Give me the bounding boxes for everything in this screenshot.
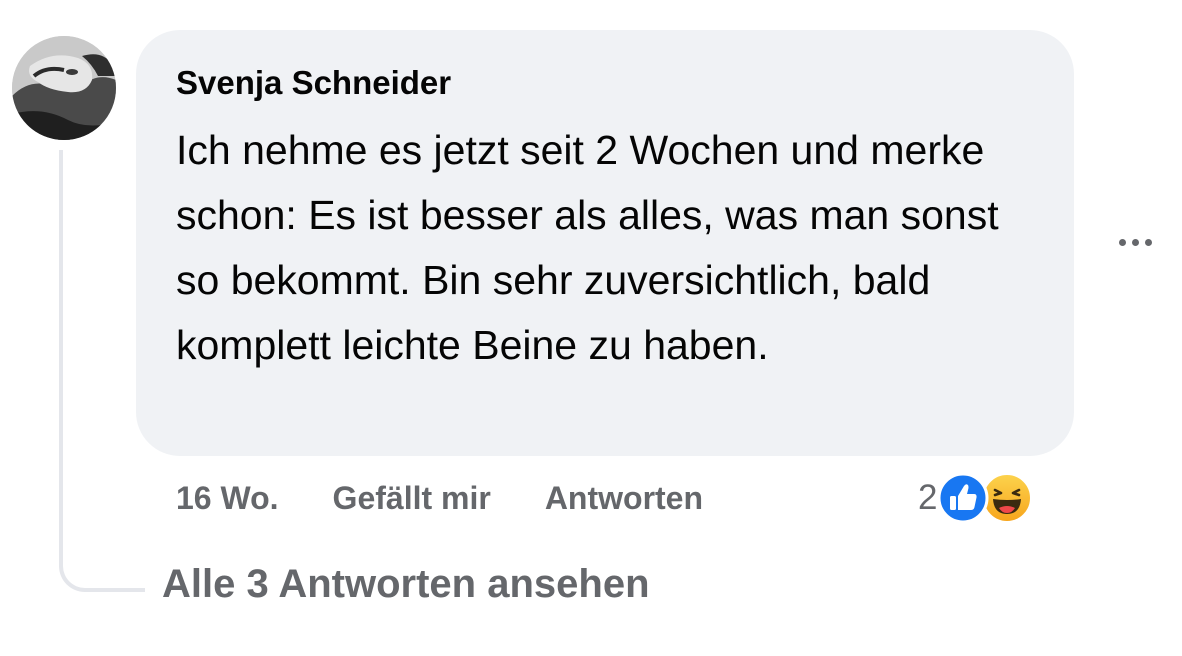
comment-text: Ich nehme es jetzt seit 2 Wochen und mer… xyxy=(176,127,999,368)
reply-button[interactable]: Antworten xyxy=(545,480,703,517)
avatar[interactable] xyxy=(12,36,116,140)
view-replies-link[interactable]: Alle 3 Antworten ansehen xyxy=(162,562,650,607)
comment-author-name[interactable]: Svenja Schneider xyxy=(176,60,1034,106)
reactions-summary[interactable]: 2 xyxy=(918,470,1033,526)
more-options-icon-dot xyxy=(1144,238,1152,246)
more-options-icon xyxy=(1118,238,1126,246)
like-button[interactable]: Gefällt mir xyxy=(333,480,491,517)
comment-actions: 16 Wo. Gefällt mir Antworten xyxy=(176,474,703,522)
reply-thread-line xyxy=(59,150,145,592)
more-options-button[interactable] xyxy=(1110,224,1160,260)
like-icon xyxy=(937,472,989,524)
reaction-count: 2 xyxy=(918,478,938,517)
profile-photo-icon xyxy=(12,36,116,140)
comment-timestamp[interactable]: 16 Wo. xyxy=(176,480,279,517)
more-options-icon-dot xyxy=(1131,238,1139,246)
comment-bubble: Svenja Schneider Ich nehme es jetzt seit… xyxy=(136,30,1074,456)
